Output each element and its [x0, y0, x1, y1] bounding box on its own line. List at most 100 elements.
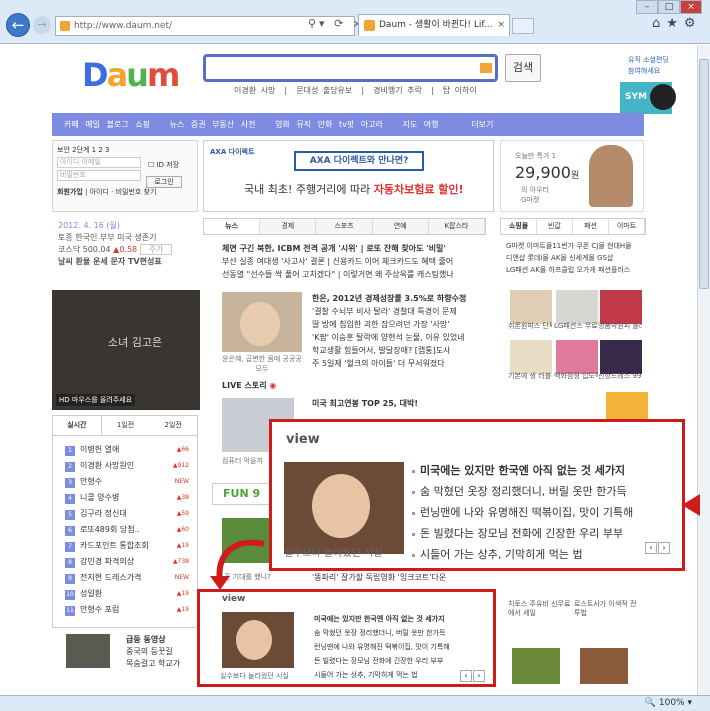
login-button[interactable]: 로그인 [146, 176, 182, 188]
movie-thumb[interactable] [66, 634, 110, 668]
stock-input[interactable]: 주가 [139, 244, 173, 255]
kosdaq-value[interactable]: 코스닥 500.04 [58, 245, 111, 254]
view-caption[interactable]: 실수보다 놀라웠던 시실 [284, 544, 382, 559]
find-link[interactable]: 아이디 · 비밀번호 찾기 [90, 188, 157, 196]
hot-keyword[interactable]: 탑 이하이 [443, 86, 477, 95]
nav-item[interactable]: tv팟 [339, 120, 354, 129]
nav-item[interactable]: 아고라 [361, 120, 383, 129]
product-label[interactable]: 쉬폰원피스 단독런칭! [508, 322, 552, 331]
game-label[interactable]: 치토스 주유비 신무료에서 세일 [508, 600, 574, 618]
hot-keyword[interactable]: 문대성 출당유보 [296, 86, 352, 95]
live-caption[interactable]: 컴퓨터 먹을까 [222, 456, 263, 466]
live-title[interactable]: 미국 최고연봉 TOP 25, 대박! [312, 398, 418, 409]
today-deal[interactable]: 오늘만 특가 1 29,900원 의 아우터 G마켓 [500, 140, 644, 212]
news-photo-caption[interactable]: 윤은혜, 곱변한 몸매 공공공 모두 [222, 354, 302, 374]
rank-row[interactable]: 6 로또489회 당첨.. ▲60 [53, 522, 197, 538]
fun9-logo[interactable]: FUN 9 [212, 483, 272, 505]
news-item[interactable]: 학교생활 힘들어서, 발달장애? [캡통]도사 [312, 344, 492, 357]
news-item[interactable]: 주 5일제 '헐크의 아이들' 더 무서워졌다 [312, 357, 492, 370]
news-photo[interactable] [222, 292, 302, 352]
view-item[interactable]: 숨 막혔던 옷장 정리했더니, 버릴 옷만 한가득 [412, 481, 633, 502]
search-dropdown-icon[interactable] [480, 63, 492, 73]
news-line[interactable]: 선동열 "선수들 싹 풀어 고치겠다" | 이렇거면 왜 주상옥를 캐스팅했나 [222, 268, 492, 281]
favorites-icon[interactable]: ★ [666, 16, 684, 31]
shop-link[interactable]: LG패션 AK몰 하프클럽 오가게 패션플러스 [506, 264, 632, 276]
forward-icon[interactable]: → [33, 16, 51, 34]
next-icon[interactable]: › [658, 542, 670, 554]
nav-item[interactable]: 만화 [318, 120, 333, 129]
product-image[interactable] [556, 340, 598, 374]
nav-item[interactable]: 증권 [191, 120, 206, 129]
live-story-heading[interactable]: LIVE 스토리 ◉ [222, 380, 276, 391]
rank-tab[interactable]: 2일전 [149, 416, 197, 435]
minimize-icon[interactable]: – [636, 0, 658, 14]
new-tab-button[interactable] [512, 18, 534, 34]
nav-item[interactable]: 사전 [241, 120, 256, 129]
security-steps[interactable]: 2단계 1 2 3 [72, 146, 109, 154]
rank-row[interactable]: 8 강민경 파격의상 ▲738 [53, 554, 197, 570]
view-photo[interactable] [284, 462, 404, 554]
search-input[interactable] [203, 54, 498, 82]
news-item[interactable]: 한은, 2012년 경제성장률 3.5%로 하향수정 [312, 292, 492, 305]
view-item[interactable]: 돈 빌렸다는 장모님 전화에 긴장한 우리 부부 [314, 654, 450, 668]
next-icon[interactable]: › [473, 670, 485, 682]
news-tab[interactable]: 뉴스 [204, 219, 261, 234]
view-logo[interactable]: view [222, 594, 245, 604]
news-item[interactable]: '결찰 수뇌부 비사 탈라' 경찰대 특경이 문제 [312, 305, 492, 318]
nav-item[interactable]: 영화 [275, 120, 290, 129]
shop-tab[interactable]: 패션 [573, 219, 609, 234]
address-actions[interactable]: ⚲▾ ⟳ × [308, 17, 365, 30]
rank-row[interactable]: 10 성일환 ▲19 [53, 586, 197, 602]
news-line[interactable]: 체면 구긴 북한, ICBM 전격 공개 '시위' | 로또 잔해 찾아도 '비… [222, 242, 492, 255]
view-caption[interactable]: 실수보다 놀라웠던 시실 [220, 671, 289, 681]
view-item[interactable]: 시들어 가는 상추, 기막히게 먹는 법 [412, 544, 633, 565]
hot-keyword[interactable]: 경비행기 추락 [373, 86, 422, 95]
id-field[interactable]: 아이디 이메일 [57, 157, 141, 168]
back-icon[interactable]: ← [6, 13, 30, 37]
utility-links[interactable]: 날씨 환율 운세 문자 TV편성표 [58, 256, 198, 268]
id-save-checkbox[interactable]: ☐ ID 저장 [148, 160, 179, 170]
news-line[interactable]: 부산 실종 여대생 '사고사' 결론 | 신용카드 이어 체크카드도 혜택 줄어 [222, 255, 492, 268]
hot-movie[interactable]: 급등 동영상 중국의 등꿋길 목숨걸고 학교가 [52, 632, 198, 674]
rank-tab[interactable]: 1일전 [102, 416, 150, 435]
product-image[interactable] [600, 340, 642, 374]
rank-tab[interactable]: 실시간 [53, 416, 102, 435]
nav-item[interactable]: 카페 [64, 120, 79, 129]
maximize-icon[interactable]: □ [658, 0, 680, 14]
game-image[interactable] [512, 648, 560, 684]
news-tab[interactable]: K팝스타 [428, 219, 486, 234]
product-image[interactable] [510, 290, 552, 324]
nav-item[interactable]: 쇼핑 [135, 120, 150, 129]
shop-tab[interactable]: 이마트 [609, 219, 645, 234]
rank-row[interactable]: 11 안형수 포럼 ▲19 [53, 602, 197, 618]
prev-icon[interactable]: ‹ [645, 542, 657, 554]
rank-row[interactable]: 1 이병헌 열애 ▲66 [53, 442, 197, 458]
nav-item[interactable]: 블로그 [107, 120, 129, 129]
product-label[interactable]: 기본에 생 러블리터트 [508, 372, 552, 381]
nav-item[interactable]: 뮤직 [296, 120, 311, 129]
scroll-thumb[interactable] [699, 59, 709, 289]
view-photo[interactable] [222, 612, 294, 668]
nav-more[interactable]: 더보기 [471, 120, 493, 129]
nav-item[interactable]: 여행 [424, 120, 439, 129]
search-button[interactable]: 검색 [505, 54, 541, 82]
close-icon[interactable]: × [680, 0, 702, 14]
tab-close-icon[interactable]: × [497, 15, 505, 35]
rank-row[interactable]: 7 카드포인트 통합조회 ▲19 [53, 538, 197, 554]
shop-tab[interactable]: 빈값 [537, 219, 573, 234]
game-image[interactable] [580, 648, 628, 684]
news-line[interactable]: '똥파리' 잘가할 독립영화 '잉크코트'다운 [312, 572, 446, 583]
rank-row[interactable]: 2 이경환 사망원인 ▲912 [53, 458, 197, 474]
sym-promo[interactable]: SYM [620, 82, 676, 114]
product-label[interactable]: 명품악원피 블라우스 [598, 322, 642, 331]
news-tab[interactable]: 연예 [372, 219, 429, 234]
view-item[interactable]: 미국에는 있지만 한국엔 아직 없는 것 세가지 [314, 612, 450, 626]
nav-item[interactable]: 부동산 [212, 120, 234, 129]
home-icon[interactable]: ⌂ [652, 16, 666, 31]
daum-logo[interactable]: Daum [82, 56, 180, 94]
news-tab[interactable]: 경제 [260, 219, 317, 234]
nav-item[interactable]: 뉴스 [170, 120, 185, 129]
password-field[interactable]: 비밀번호 [57, 170, 141, 181]
vertical-scrollbar[interactable] [697, 45, 710, 695]
view-item[interactable]: 런닝맨에 나와 유명해진 떡볶이집, 맛이 기특해 [314, 640, 450, 654]
